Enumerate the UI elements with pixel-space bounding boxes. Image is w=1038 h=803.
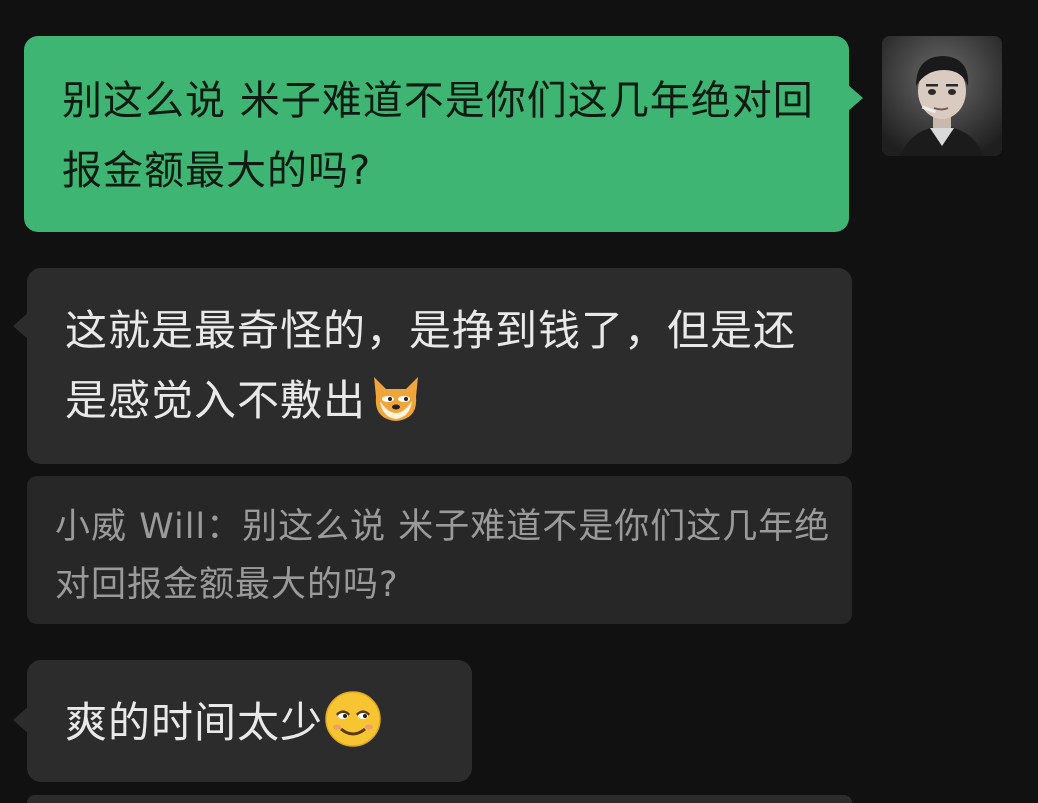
quoted-message[interactable]: 小威 Will：别这么说 米子难道不是你们这几年绝对回报金额最大的吗?	[27, 476, 852, 624]
outgoing-message-text: 别这么说 米子难道不是你们这几年绝对回报金额最大的吗?	[62, 78, 814, 194]
avatar-image	[882, 36, 1002, 156]
incoming-message-bubble[interactable]: 这就是最奇怪的，是挣到钱了，但是还是感觉入不敷出	[13, 268, 852, 464]
user-avatar-icon[interactable]	[882, 36, 1002, 156]
chat-screen: 别这么说 米子难道不是你们这几年绝对回报金额最大的吗? 这就是最奇怪的，是挣到钱…	[0, 0, 1038, 803]
bubble-tail	[13, 706, 29, 734]
incoming-message-bubble[interactable]: 爽的时间太少	[13, 660, 472, 782]
doge-emoji-icon	[374, 377, 419, 421]
bubble-tail	[13, 312, 29, 340]
smirk-emoji-icon	[325, 691, 381, 747]
next-message-bubble-partial	[27, 795, 852, 803]
quoted-message-text: 小威 Will：别这么说 米子难道不是你们这几年绝对回报金额最大的吗?	[55, 507, 831, 605]
incoming-message-text: 这就是最奇怪的，是挣到钱了，但是还是感觉入不敷出	[65, 306, 797, 425]
incoming-message-text: 爽的时间太少	[65, 698, 324, 747]
outgoing-message-bubble[interactable]: 别这么说 米子难道不是你们这几年绝对回报金额最大的吗?	[24, 36, 863, 232]
bubble-tail	[847, 84, 863, 112]
